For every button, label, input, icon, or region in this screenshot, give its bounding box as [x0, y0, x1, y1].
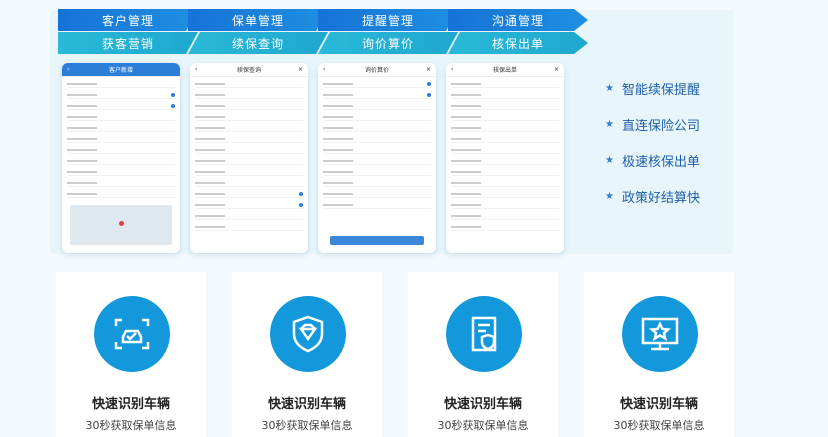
card-subtitle: 30秒获取保单信息 — [85, 419, 177, 432]
card-title: 快速识别车辆 — [443, 397, 522, 412]
close-icon[interactable]: × — [426, 66, 431, 73]
card-title: 快速识别车辆 — [619, 397, 698, 412]
star-icon: ★ — [605, 118, 614, 130]
phone-title: 询价算价 — [364, 67, 389, 74]
feature-card[interactable]: 快速识别车辆 30秒获取保单信息 — [56, 272, 206, 437]
phone-header: ‹ 客户新增 — [62, 63, 180, 77]
star-icon: ★ — [605, 190, 614, 202]
card-title: 快速识别车辆 — [267, 397, 346, 412]
location-map[interactable] — [70, 205, 172, 245]
banner-renewal-query[interactable]: 续保查询 — [188, 32, 328, 54]
banner-customer-management[interactable]: 客户管理 — [58, 9, 198, 31]
feature-list: ★ 智能续保提醒 ★ 直连保险公司 ★ 极速核保出单 ★ 政策好结算快 — [605, 70, 700, 214]
phone-header: ‹ 询价算价 × — [318, 63, 436, 77]
phone-screen-add-customer: ‹ 客户新增 — [62, 63, 180, 253]
feature-card[interactable]: 快速识别车辆 30秒获取保单信息 — [584, 272, 734, 437]
back-icon[interactable]: ‹ — [67, 66, 69, 73]
card-subtitle: 30秒获取保单信息 — [613, 419, 705, 432]
banner-row-operations: 获客营销 续保查询 询价算价 核保出单 — [58, 32, 578, 54]
back-icon[interactable]: ‹ — [451, 66, 453, 73]
phone-screen-quote-pricing: ‹ 询价算价 × — [318, 63, 436, 253]
feature-item: ★ 直连保险公司 — [605, 118, 700, 134]
car-scan-icon — [94, 296, 170, 372]
star-icon: ★ — [605, 82, 614, 94]
phone-screen-renewal-query: ‹ 续保查询 × — [190, 63, 308, 253]
banner-quote-pricing[interactable]: 询价算价 — [318, 32, 458, 54]
banner-communication-management[interactable]: 沟通管理 — [448, 9, 588, 31]
feature-item: ★ 智能续保提醒 — [605, 82, 700, 98]
card-title: 快速识别车辆 — [91, 397, 170, 412]
feature-item: ★ 极速核保出单 — [605, 154, 700, 170]
banner-underwriting-issuance[interactable]: 核保出单 — [448, 32, 588, 54]
back-icon[interactable]: ‹ — [323, 66, 325, 73]
document-shield-icon — [446, 296, 522, 372]
close-icon[interactable]: × — [298, 66, 303, 73]
phone-screen-underwriting: ‹ 核保出单 × — [446, 63, 564, 253]
close-icon[interactable]: × — [554, 66, 559, 73]
phone-header: ‹ 续保查询 × — [190, 63, 308, 77]
feature-card[interactable]: 快速识别车辆 30秒获取保单信息 — [408, 272, 558, 437]
monitor-star-icon — [622, 296, 698, 372]
banner-reminder-management[interactable]: 提醒管理 — [318, 9, 458, 31]
phone-title: 客户新增 — [108, 67, 133, 74]
star-icon: ★ — [605, 154, 614, 166]
banner-customer-acquisition[interactable]: 获客营销 — [58, 32, 198, 54]
card-subtitle: 30秒获取保单信息 — [437, 419, 529, 432]
card-subtitle: 30秒获取保单信息 — [261, 419, 353, 432]
next-step-button[interactable] — [330, 236, 424, 245]
phone-title: 续保查询 — [236, 67, 261, 74]
diamond-shield-icon — [270, 296, 346, 372]
banner-row-management: 客户管理 保单管理 提醒管理 沟通管理 — [58, 9, 578, 31]
back-icon[interactable]: ‹ — [195, 66, 197, 73]
phone-title: 核保出单 — [492, 67, 517, 74]
banner-policy-management[interactable]: 保单管理 — [188, 9, 328, 31]
feature-item: ★ 政策好结算快 — [605, 190, 700, 206]
feature-card[interactable]: 快速识别车辆 30秒获取保单信息 — [232, 272, 382, 437]
phone-header: ‹ 核保出单 × — [446, 63, 564, 77]
